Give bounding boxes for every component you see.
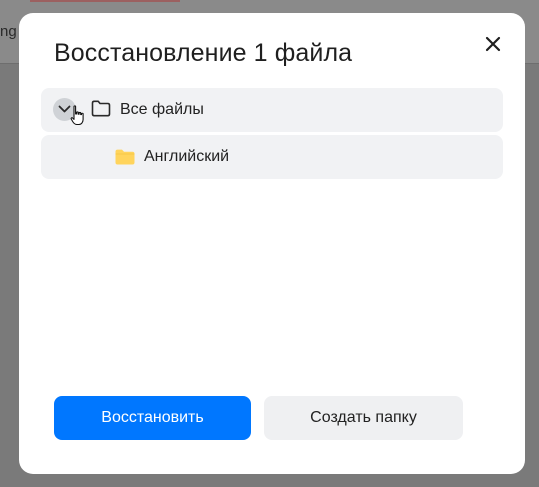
background-text: ng bbox=[0, 23, 17, 40]
tree-item-label: Все файлы bbox=[120, 101, 204, 118]
close-icon bbox=[485, 36, 501, 52]
background-tab-indicator bbox=[30, 0, 180, 2]
tree-item-label: Английский bbox=[144, 148, 230, 165]
create-folder-button[interactable]: Создать папку bbox=[264, 396, 463, 440]
close-button[interactable] bbox=[482, 33, 504, 55]
tree-item-english[interactable]: Английский bbox=[41, 135, 503, 179]
restore-button[interactable]: Восстановить bbox=[54, 396, 251, 440]
folder-outline-icon bbox=[91, 100, 111, 117]
restore-dialog: Восстановление 1 файла Все файлы Английс… bbox=[19, 13, 525, 474]
folder-filled-icon bbox=[115, 149, 135, 165]
hand-cursor-icon bbox=[70, 105, 84, 126]
dialog-title: Восстановление 1 файла bbox=[54, 39, 353, 67]
tree-item-all-files[interactable]: Все файлы bbox=[41, 88, 503, 132]
